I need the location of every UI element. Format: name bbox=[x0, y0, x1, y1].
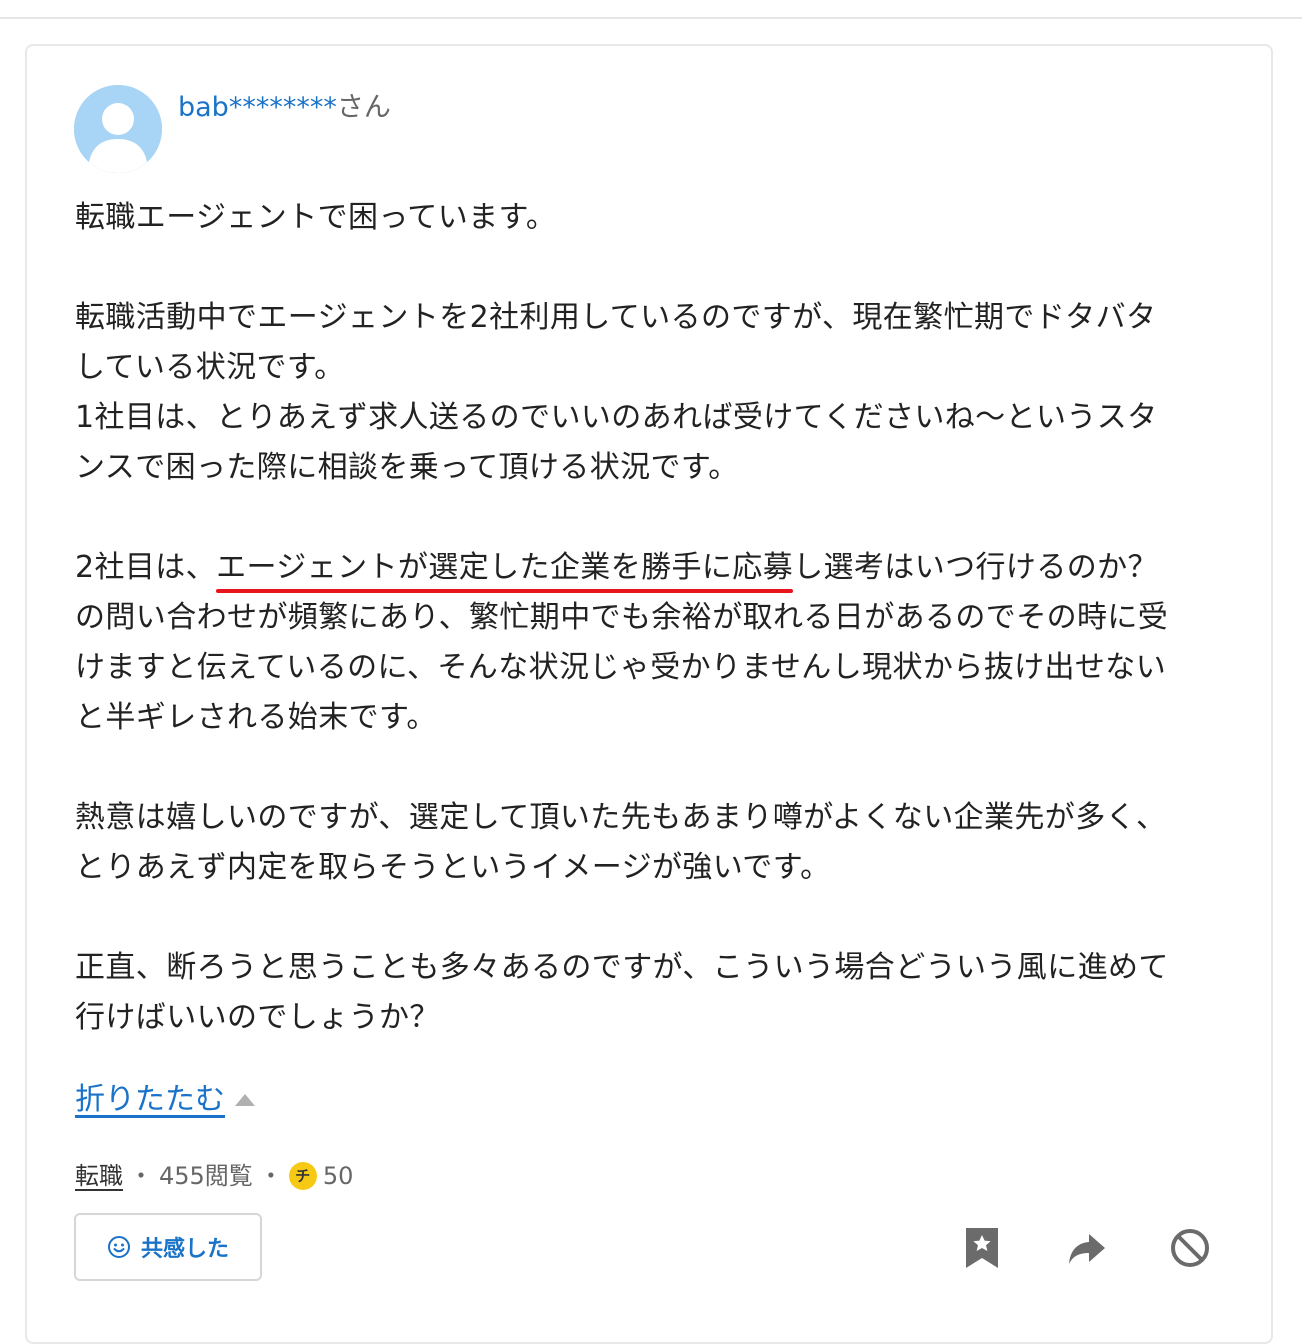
block-icon[interactable] bbox=[1168, 1226, 1212, 1270]
body-line: 転職エージェントで困っています。 bbox=[75, 200, 557, 235]
category-link[interactable]: 転職 bbox=[75, 1158, 123, 1194]
body-line: 正直、断ろうと思うことも多々あるのですが、こういう場合どういう風に進めて bbox=[75, 950, 1169, 985]
coin-icon: チ bbox=[288, 1162, 317, 1190]
body-line: 2社目は、エージェントが選定した企業を勝手に応募し選考はいつ行けるのか？ bbox=[75, 543, 1245, 593]
body-line: 熱意は嬉しいのですが、選定して頂いた先もあまり噂がよくない企業先が多く、 bbox=[75, 800, 1167, 835]
collapse-label[interactable]: 折りたたむ bbox=[75, 1078, 225, 1122]
empathy-button[interactable]: 共感した bbox=[74, 1213, 262, 1281]
share-icon[interactable] bbox=[1065, 1226, 1109, 1270]
body-text: 2社目は、 bbox=[75, 550, 217, 585]
view-count: 455閲覧 bbox=[159, 1162, 253, 1190]
smile-icon bbox=[107, 1235, 131, 1259]
body-line: 転職活動中でエージェントを2社利用しているのですが、現在繁忙期でドタバタ bbox=[75, 300, 1157, 335]
body-line: の問い合わせが頻繁にあり、繁忙期中でも余裕が取れる日があるのでその時に受 bbox=[75, 600, 1169, 635]
user-name-link[interactable]: bab******** bbox=[178, 92, 337, 123]
body-text: し選考はいつ行けるのか？ bbox=[793, 550, 1158, 585]
question-meta: 転職 ・ 455閲覧 ・ チ 50 bbox=[75, 1158, 353, 1194]
top-divider bbox=[0, 17, 1302, 19]
body-line: と半ギレされる始末です。 bbox=[75, 700, 437, 735]
bookmark-icon[interactable] bbox=[960, 1226, 1004, 1270]
user-avatar[interactable] bbox=[74, 85, 162, 173]
body-line: けますと伝えているのに、そんな状況じゃ受かりませんし現状から抜け出せない bbox=[75, 650, 1167, 685]
meta-separator: ・ bbox=[258, 1162, 283, 1190]
question-body: 転職エージェントで困っています。 転職活動中でエージェントを2社利用しているので… bbox=[75, 193, 1245, 1043]
caret-up-icon bbox=[235, 1094, 255, 1106]
collapse-toggle[interactable]: 折りたたむ bbox=[75, 1078, 255, 1122]
body-line: とりあえず内定を取らそうというイメージが強いです。 bbox=[75, 850, 831, 885]
empathy-label: 共感した bbox=[140, 1237, 229, 1262]
default-avatar-icon bbox=[74, 85, 162, 173]
user-name[interactable]: bab********さん bbox=[178, 90, 391, 126]
body-line: 1社目は、とりあえず求人送るのでいいのあれば受けてくださいね〜というスタ bbox=[75, 400, 1158, 435]
coin-count: 50 bbox=[322, 1162, 354, 1190]
user-honorific: さん bbox=[336, 92, 391, 123]
body-line: 行けばいいのでしょうか？ bbox=[75, 1000, 440, 1035]
meta-separator: ・ bbox=[129, 1162, 153, 1190]
highlighted-text: エージェントが選定した企業を勝手に応募 bbox=[216, 543, 794, 593]
body-line: している状況です。 bbox=[75, 350, 345, 385]
body-line: ンスで困った際に相談を乗って頂ける状況です。 bbox=[75, 450, 739, 485]
